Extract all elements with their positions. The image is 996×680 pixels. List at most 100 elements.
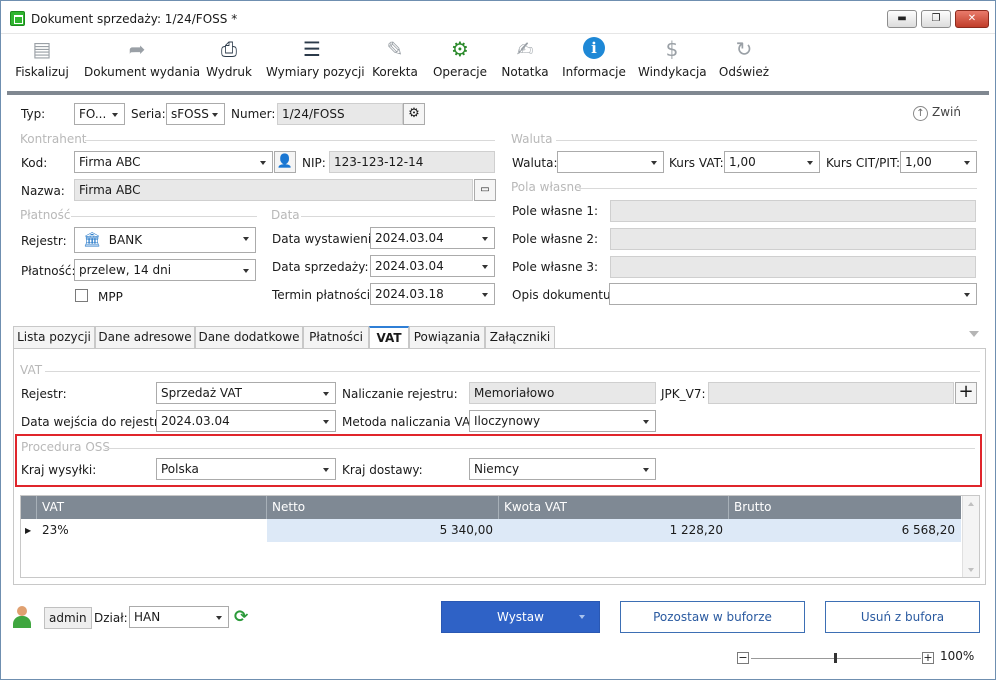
printer-icon: ⎙ bbox=[221, 37, 237, 61]
tab-platnosci[interactable]: Płatności bbox=[303, 326, 369, 349]
jpk-field bbox=[708, 382, 954, 404]
toolbar-korekta-button[interactable]: ✎ Korekta bbox=[372, 34, 418, 92]
column-header-kwota-vat[interactable]: Kwota VAT bbox=[499, 496, 729, 519]
table-scrollbar[interactable] bbox=[962, 496, 979, 577]
scroll-down-icon[interactable] bbox=[968, 568, 974, 572]
data-group-label: Data bbox=[271, 208, 300, 222]
toolbar-odswiez-button[interactable]: ↻ Odśwież bbox=[718, 34, 770, 92]
refresh-icon[interactable]: ⟳ bbox=[234, 607, 248, 627]
toolbar-label: Informacje bbox=[562, 65, 626, 79]
tab-dane-adresowe[interactable]: Dane adresowe bbox=[95, 326, 195, 349]
kurs-cit-select[interactable]: 1,00 bbox=[900, 151, 977, 173]
maximize-button[interactable]: ❐ bbox=[921, 10, 951, 28]
waluta-label: Waluta: bbox=[512, 156, 558, 170]
toolbar-label: Operacje bbox=[432, 65, 488, 79]
minimize-button[interactable]: ▬ bbox=[887, 10, 917, 28]
close-button[interactable]: ✕ bbox=[955, 10, 989, 28]
pola-group-label: Pola własne bbox=[511, 180, 582, 194]
kurs-cit-label: Kurs CIT/PIT: bbox=[826, 156, 900, 170]
termin-platnosci-field[interactable]: 2024.03.18 bbox=[370, 283, 495, 305]
tab-zalaczniki[interactable]: Załączniki bbox=[485, 326, 555, 349]
data-wejscia-label: Data wejścia do rejestru: bbox=[21, 415, 171, 429]
cell-kwota-vat: 1 228,20 bbox=[499, 519, 729, 542]
oss-group-label: Procedura OSS bbox=[21, 440, 111, 454]
usun-z-bufora-button[interactable]: Usuń z bufora bbox=[825, 601, 980, 633]
toolbar-fiskalizuj-button[interactable]: ▤ Fiskalizuj bbox=[15, 34, 69, 92]
opis-label: Opis dokumentu: bbox=[512, 288, 615, 302]
row-indicator-header bbox=[21, 496, 37, 519]
kod-label: Kod: bbox=[21, 156, 48, 170]
dzial-select[interactable]: HAN bbox=[129, 606, 229, 628]
typ-select[interactable]: FO... bbox=[74, 103, 125, 125]
toolbar-wymiary-pozycji-button[interactable]: ☰ Wymiary pozycji bbox=[266, 34, 365, 92]
kraj-dostawy-select[interactable]: Niemcy bbox=[469, 458, 656, 480]
pole2-label: Pole własne 2: bbox=[512, 232, 598, 246]
tab-lista-pozycji[interactable]: Lista pozycji bbox=[13, 326, 95, 349]
data-wejscia-field[interactable]: 2024.03.04 bbox=[156, 410, 336, 432]
add-icon[interactable]: + bbox=[955, 382, 977, 404]
card-icon[interactable]: ▭ bbox=[474, 179, 496, 201]
column-header-brutto[interactable]: Brutto bbox=[729, 496, 961, 519]
chevron-down-icon[interactable] bbox=[579, 615, 585, 619]
kraj-wysylki-label: Kraj wysyłki: bbox=[21, 463, 97, 477]
document-arrow-icon: ➦ bbox=[128, 37, 146, 61]
data-sprzedazy-field[interactable]: 2024.03.04 bbox=[370, 255, 495, 277]
bank-icon: 🏛 bbox=[83, 232, 101, 248]
column-header-vat[interactable]: VAT bbox=[37, 496, 267, 519]
tab-vat[interactable]: VAT bbox=[369, 326, 409, 350]
waluta-group-label: Waluta bbox=[511, 132, 553, 146]
rejestr-select[interactable]: 🏛 BANK bbox=[74, 227, 256, 253]
collapse-button[interactable]: ↑ Zwiń bbox=[913, 105, 961, 121]
divider bbox=[579, 188, 977, 189]
window-title: Dokument sprzedaży: 1/24/FOSS * bbox=[31, 12, 238, 26]
divider bbox=[105, 448, 975, 449]
mpp-label: MPP bbox=[98, 290, 123, 304]
pole3-label: Pole własne 3: bbox=[512, 260, 598, 274]
tab-overflow-icon[interactable] bbox=[969, 331, 979, 337]
kod-select[interactable]: Firma ABC bbox=[74, 151, 273, 173]
column-header-netto[interactable]: Netto bbox=[267, 496, 499, 519]
pozostaw-w-buforze-button[interactable]: Pozostaw w buforze bbox=[620, 601, 805, 633]
tab-powiazania[interactable]: Powiązania bbox=[409, 326, 485, 349]
waluta-select[interactable] bbox=[557, 151, 664, 173]
toolbar-informacje-button[interactable]: ℹ Informacje bbox=[562, 34, 626, 92]
data-wystawienia-field[interactable]: 2024.03.04 bbox=[370, 227, 495, 249]
kurs-vat-select[interactable]: 1,00 bbox=[724, 151, 820, 173]
opis-select[interactable] bbox=[609, 283, 977, 305]
cell-brutto: 6 568,20 bbox=[729, 519, 961, 542]
toolbar-windykacja-button[interactable]: $ Windykacja bbox=[638, 34, 707, 92]
wystaw-button[interactable]: Wystaw bbox=[441, 601, 600, 633]
wystaw-label: Wystaw bbox=[497, 610, 544, 624]
toolbar-dokument-wydania-button[interactable]: ➦ Dokument wydania bbox=[84, 34, 200, 92]
person-icon[interactable]: 👤 bbox=[274, 151, 296, 173]
divider bbox=[71, 216, 257, 217]
toolbar-operacje-button[interactable]: ⚙ Operacje bbox=[432, 34, 488, 92]
toolbar-label: Korekta bbox=[372, 65, 418, 79]
debt-collection-icon: $ bbox=[665, 37, 679, 61]
toolbar-label: Windykacja bbox=[638, 65, 707, 79]
zoom-in-button[interactable]: + bbox=[922, 652, 934, 664]
toolbar-label: Notatka bbox=[501, 65, 549, 79]
metoda-naliczania-select[interactable]: Iloczynowy bbox=[469, 410, 656, 432]
kraj-wysylki-select[interactable]: Polska bbox=[156, 458, 336, 480]
info-icon: ℹ bbox=[583, 37, 605, 59]
platnosc-group-label: Płatność bbox=[20, 208, 71, 222]
vat-rejestr-select[interactable]: Sprzedaż VAT bbox=[156, 382, 336, 404]
toolbar-label: Odśwież bbox=[718, 65, 770, 79]
zoom-out-button[interactable]: − bbox=[737, 652, 749, 664]
seria-select[interactable]: sFOSS bbox=[166, 103, 225, 125]
nip-label: NIP: bbox=[302, 156, 326, 170]
toolbar-wydruk-button[interactable]: ⎙ Wydruk bbox=[204, 34, 254, 92]
tab-dane-dodatkowe[interactable]: Dane dodatkowe bbox=[195, 326, 303, 349]
toolbar-notatka-button[interactable]: ✍ Notatka bbox=[500, 34, 550, 92]
mpp-checkbox[interactable] bbox=[75, 289, 88, 302]
typ-label: Typ: bbox=[21, 107, 46, 121]
scroll-up-icon[interactable] bbox=[968, 502, 974, 506]
zoom-slider-thumb[interactable] bbox=[834, 653, 837, 663]
platnosc-select[interactable]: przelew, 14 dni bbox=[74, 259, 256, 281]
toolbar-divider bbox=[7, 91, 989, 95]
gear-icon[interactable]: ⚙ bbox=[403, 103, 425, 125]
row-pointer-icon: ▶ bbox=[25, 526, 32, 535]
vat-table: VAT Netto Kwota VAT Brutto ▶ 23% 5 340,0… bbox=[20, 495, 980, 578]
list-icon: ☰ bbox=[303, 37, 321, 61]
